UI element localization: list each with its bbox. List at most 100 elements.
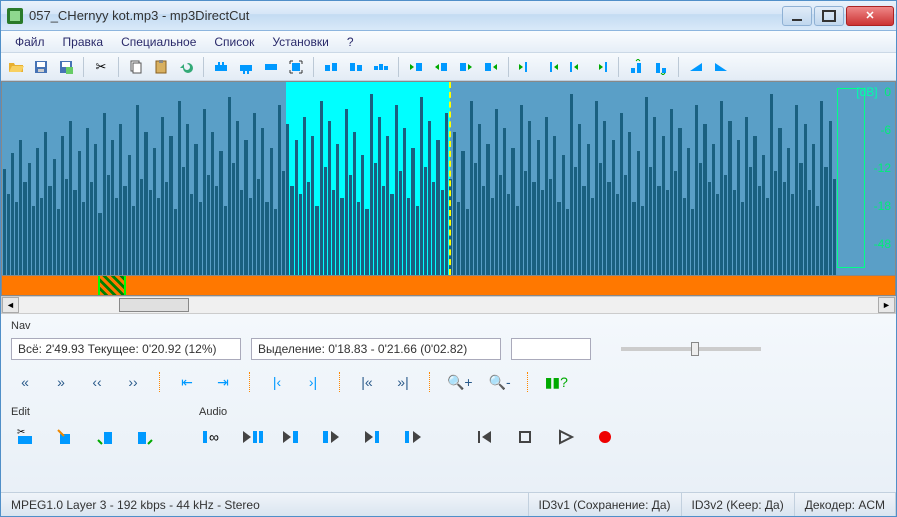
shift-left-in-icon[interactable] — [405, 56, 427, 78]
record-button[interactable] — [591, 424, 619, 450]
window-buttons — [782, 6, 894, 26]
db-scale: [dB] 0 -6 -12 -18 -48 — [856, 86, 891, 276]
status-id3v2: ID3v2 (Keep: Да) — [682, 493, 795, 516]
db-0: 0 — [884, 85, 891, 99]
svg-text:✂: ✂ — [17, 427, 25, 438]
scroll-thumb[interactable] — [119, 298, 189, 312]
edit-label: Edit — [11, 406, 159, 418]
skip-back-button[interactable]: |« — [353, 370, 381, 394]
play-to-button[interactable] — [319, 424, 347, 450]
audio-label: Audio — [199, 406, 619, 418]
menu-edit[interactable]: Правка — [55, 32, 112, 52]
prev-cut-button[interactable]: |‹ — [263, 370, 291, 394]
undo-icon[interactable] — [175, 56, 197, 78]
go-start-button[interactable] — [471, 424, 499, 450]
shrink-left-icon[interactable] — [565, 56, 587, 78]
horizontal-scrollbar[interactable]: ◄ ► — [1, 296, 896, 314]
extend-right-icon[interactable] — [540, 56, 562, 78]
scroll-right-icon[interactable]: ► — [878, 297, 895, 313]
menu-help[interactable]: ? — [339, 32, 362, 52]
app-icon — [7, 8, 23, 24]
loop-button[interactable]: ∞ — [199, 424, 227, 450]
nav-selection-field[interactable]: Выделение: 0'18.83 - 0'21.66 (0'02.82) — [251, 338, 501, 360]
cut-icon[interactable]: ✂ — [90, 56, 112, 78]
nav-label: Nav — [11, 320, 886, 332]
crop-button[interactable] — [51, 424, 79, 450]
maximize-button[interactable] — [814, 6, 844, 26]
playback-cursor[interactable] — [449, 82, 451, 275]
copy-icon[interactable] — [125, 56, 147, 78]
fade-in-icon[interactable] — [685, 56, 707, 78]
svg-text:∞: ∞ — [209, 429, 219, 445]
nav-info-row: Всё: 2'49.93 Текущее: 0'20.92 (12%) Выде… — [11, 338, 886, 360]
fade-out-icon[interactable] — [710, 56, 732, 78]
paste-icon[interactable] — [150, 56, 172, 78]
gain-down-icon[interactable] — [650, 56, 672, 78]
forward-fast-button[interactable]: » — [47, 370, 75, 394]
marker-end-icon[interactable] — [345, 56, 367, 78]
trim-left-button[interactable] — [91, 424, 119, 450]
marker-range-icon[interactable] — [370, 56, 392, 78]
marker-begin-icon[interactable] — [320, 56, 342, 78]
skip-fwd-button[interactable]: »| — [389, 370, 417, 394]
minimize-button[interactable] — [782, 6, 812, 26]
goto-end-button[interactable]: ⇥ — [209, 370, 237, 394]
trim-right-button[interactable] — [131, 424, 159, 450]
save-selection-icon[interactable] — [55, 56, 77, 78]
timeline-selection-marker[interactable] — [98, 276, 126, 295]
play-after-button[interactable] — [359, 424, 387, 450]
rewind-fast-button[interactable]: « — [11, 370, 39, 394]
play-before-button[interactable] — [399, 424, 427, 450]
control-panels: Nav Всё: 2'49.93 Текущее: 0'20.92 (12%) … — [1, 314, 896, 492]
zoom-in-icon[interactable] — [210, 56, 232, 78]
stop-button[interactable] — [511, 424, 539, 450]
open-icon[interactable] — [5, 56, 27, 78]
play-button[interactable] — [551, 424, 579, 450]
shift-right-in-icon[interactable] — [430, 56, 452, 78]
menu-bar: Файл Правка Специальное Список Установки… — [1, 31, 896, 53]
status-bar: MPEG1.0 Layer 3 - 192 kbps - 44 kHz - St… — [1, 492, 896, 516]
zoom-sel-icon[interactable] — [285, 56, 307, 78]
edit-section: Edit ✂ — [11, 406, 159, 450]
next-cut-button[interactable]: ›| — [299, 370, 327, 394]
zoom-in-button[interactable]: 🔍+ — [443, 370, 477, 394]
shift-right-out-icon[interactable] — [480, 56, 502, 78]
save-icon[interactable] — [30, 56, 52, 78]
play-from-button[interactable] — [279, 424, 307, 450]
scroll-left-icon[interactable]: ◄ — [2, 297, 19, 313]
nav-buttons: « » ‹‹ ›› ⇤ ⇥ |‹ ›| |« »| 🔍+ 🔍- ▮▮? — [11, 370, 886, 394]
menu-settings[interactable]: Установки — [264, 32, 336, 52]
gain-up-icon[interactable] — [625, 56, 647, 78]
toolbar: ✂ — [1, 53, 896, 81]
play-range-button[interactable] — [239, 424, 267, 450]
waveform-bars — [2, 82, 835, 275]
nav-total-field[interactable]: Всё: 2'49.93 Текущее: 0'20.92 (12%) — [11, 338, 241, 360]
close-button[interactable] — [846, 6, 894, 26]
timeline-strip[interactable] — [1, 276, 896, 296]
nav-slider[interactable] — [621, 347, 761, 351]
shift-left-out-icon[interactable] — [455, 56, 477, 78]
goto-begin-button[interactable]: ⇤ — [173, 370, 201, 394]
cut-edit-button[interactable]: ✂ — [11, 424, 39, 450]
zoom-out-icon[interactable] — [235, 56, 257, 78]
db-6: -6 — [856, 124, 891, 136]
waveform-display[interactable]: [dB] 0 -6 -12 -18 -48 — [1, 81, 896, 276]
menu-special[interactable]: Специальное — [113, 32, 204, 52]
zoom-out-button[interactable]: 🔍- — [485, 370, 515, 394]
forward-button[interactable]: ›› — [119, 370, 147, 394]
pause-info-button[interactable]: ▮▮? — [541, 370, 572, 394]
status-format: MPEG1.0 Layer 3 - 192 kbps - 44 kHz - St… — [1, 493, 529, 516]
extend-left-icon[interactable] — [515, 56, 537, 78]
db-18: -18 — [856, 200, 891, 212]
menu-list[interactable]: Список — [206, 32, 262, 52]
slider-thumb[interactable] — [691, 342, 699, 356]
shrink-right-icon[interactable] — [590, 56, 612, 78]
nav-extra-field[interactable] — [511, 338, 591, 360]
title-bar: 057_CHernyy kot.mp3 - mp3DirectCut — [1, 1, 896, 31]
status-id3v1: ID3v1 (Сохранение: Да) — [529, 493, 682, 516]
rewind-button[interactable]: ‹‹ — [83, 370, 111, 394]
db-48: -48 — [856, 238, 891, 250]
zoom-fit-icon[interactable] — [260, 56, 282, 78]
menu-file[interactable]: Файл — [7, 32, 53, 52]
db-label: [dB] — [856, 85, 877, 99]
